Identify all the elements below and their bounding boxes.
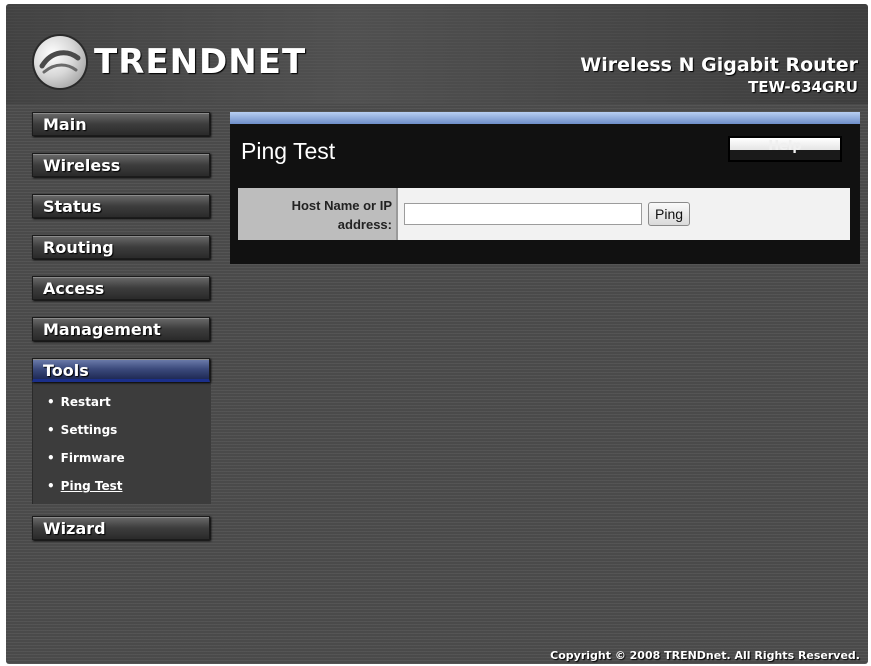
- host-input-cell: Ping: [396, 188, 850, 240]
- host-label-line2: address:: [337, 217, 392, 232]
- sidebar-nav: Main Wireless Status Routing Access Mana…: [32, 112, 212, 557]
- page-title: Ping Test: [241, 138, 336, 164]
- host-label: Host Name or IP address:: [238, 188, 396, 240]
- trendnet-logo: TRENDNET: [34, 34, 306, 90]
- submenu-label: Restart: [60, 395, 111, 409]
- copyright-text: Copyright © 2008 TRENDnet. All Rights Re…: [550, 649, 860, 662]
- sidebar-item-access[interactable]: Access: [32, 276, 210, 300]
- content-top-bar: [230, 112, 860, 124]
- sidebar-item-routing[interactable]: Routing: [32, 235, 210, 259]
- host-label-line1: Host Name or IP: [291, 198, 392, 213]
- ping-button[interactable]: Ping: [648, 202, 691, 226]
- sidebar-item-wireless[interactable]: Wireless: [32, 153, 210, 177]
- submenu-item-restart[interactable]: • Restart: [33, 388, 211, 416]
- host-form-row: Host Name or IP address: Ping: [238, 188, 850, 240]
- sidebar-item-tools[interactable]: Tools: [32, 358, 210, 382]
- sidebar-item-status[interactable]: Status: [32, 194, 210, 218]
- trendnet-globe-icon: [34, 36, 86, 88]
- submenu-item-settings[interactable]: • Settings: [33, 416, 211, 444]
- sidebar-item-main[interactable]: Main: [32, 112, 210, 136]
- product-model: TEW-634GRU: [748, 78, 858, 96]
- help-button-label: Help: [768, 139, 802, 154]
- bullet-icon: •: [47, 451, 55, 465]
- submenu-label: Firmware: [60, 451, 125, 465]
- tools-submenu: • Restart • Settings • Firmware • Ping Test: [32, 382, 211, 504]
- submenu-item-ping-test[interactable]: • Ping Test: [33, 472, 211, 500]
- host-name-input[interactable]: [404, 203, 642, 225]
- sidebar-item-wizard[interactable]: Wizard: [32, 516, 210, 540]
- product-name: Wireless N Gigabit Router: [580, 54, 858, 76]
- bullet-icon: •: [47, 395, 55, 409]
- submenu-item-firmware[interactable]: • Firmware: [33, 444, 211, 472]
- submenu-label: Settings: [60, 423, 118, 437]
- logo-wordmark: TRENDNET: [94, 42, 307, 82]
- content-panel: Ping Test Help Host Name or IP address: …: [230, 112, 860, 264]
- submenu-label: Ping Test: [60, 479, 123, 493]
- bullet-icon: •: [47, 423, 55, 437]
- sidebar-item-management[interactable]: Management: [32, 317, 210, 341]
- router-admin-frame: TRENDNET Wireless N Gigabit Router TEW-6…: [6, 4, 868, 664]
- bullet-icon: •: [47, 479, 55, 493]
- help-button[interactable]: Help: [728, 136, 842, 162]
